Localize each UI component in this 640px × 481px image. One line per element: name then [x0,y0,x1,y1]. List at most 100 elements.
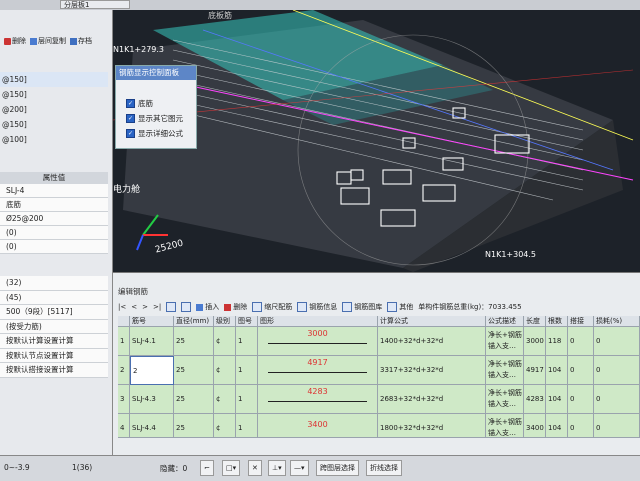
property-value[interactable]: (0) [0,226,108,240]
delete-row-button[interactable]: 删除 [224,302,247,312]
checkbox-checked-icon[interactable]: ✓ [126,114,135,123]
checkbox-checked-icon[interactable]: ✓ [126,99,135,108]
cell-length[interactable]: 4917 [524,356,546,385]
cell-length[interactable]: 3400 [524,414,546,438]
cell-loss[interactable]: 0 [594,414,640,438]
scale-rebar-button[interactable]: 缩尺配筋 [252,302,292,312]
cross-tool-button[interactable]: ✕ [248,460,262,476]
property-value[interactable]: (32) [0,276,108,291]
checkbox-checked-icon[interactable]: ✓ [126,129,135,138]
cell-description[interactable]: 净长+钢筋锚入支… [486,385,524,414]
panel-title: 钢筋显示控制面板 [116,66,196,80]
cell-grade[interactable]: ¢ [214,327,236,356]
property-value[interactable]: SLJ-4 [0,184,108,198]
cell-formula[interactable]: 2683+32*d+32*d [378,385,486,414]
option-show-formula[interactable]: ✓ 显示详细公式 [116,128,196,139]
cell-name[interactable]: SLJ-4.1 [130,327,174,356]
next-button[interactable]: > [142,303,148,311]
move-down-icon[interactable] [181,302,192,312]
cell-diameter[interactable]: 25 [174,327,214,356]
cell-lap[interactable]: 0 [568,356,594,385]
cell-formula[interactable]: 1400+32*d+32*d [378,327,486,356]
snap-mode-button[interactable]: □▾ [222,460,241,476]
cell-lap[interactable]: 0 [568,327,594,356]
cell-length[interactable]: 4283 [524,385,546,414]
select-mode-button[interactable]: ⌐ [200,460,214,476]
row-index: 4 [118,414,130,438]
last-button[interactable]: >| [153,303,161,311]
cell-shape[interactable]: 3000 [258,327,378,356]
cell-description[interactable]: 净长+钢筋锚入支… [486,414,524,438]
cell-shape[interactable]: 4283 [258,385,378,414]
save-button[interactable]: 存档 [70,36,92,46]
prev-button[interactable]: < [131,303,137,311]
spec-item[interactable]: @150] [0,72,108,87]
cell-name[interactable]: SLJ-4.3 [130,385,174,414]
cell-grade[interactable]: ¢ [214,414,236,438]
cell-shape[interactable]: 4917 [258,356,378,385]
spec-item[interactable]: @150] [0,117,108,132]
spec-item[interactable]: @100] [0,132,108,147]
cell-figure[interactable]: 1 [236,414,258,438]
property-list: SLJ-4 底筋 Ø25@200 (0) (0) [0,184,108,254]
cell-loss[interactable]: 0 [594,327,640,356]
rebar-library-button[interactable]: 钢筋图库 [342,302,382,312]
move-up-icon[interactable] [166,302,177,312]
ortho-tool-button[interactable]: ⊥▾ [268,460,286,476]
property-value[interactable]: (按受力筋) [0,319,108,334]
cell-loss[interactable]: 0 [594,385,640,414]
table-row[interactable]: 1 SLJ-4.1 25 ¢ 1 3000 1400+32*d+32*d 净长+… [118,327,640,356]
spec-item[interactable]: @200] [0,102,108,117]
cell-lap[interactable]: 0 [568,385,594,414]
option-show-other[interactable]: ✓ 显示其它图元 [116,113,196,124]
property-value[interactable]: 按默认计算设置计算 [0,334,108,349]
cell-count[interactable]: 104 [546,414,568,438]
property-value[interactable]: Ø25@200 [0,212,108,226]
rebar-info-button[interactable]: 钢筋信息 [297,302,337,312]
cell-figure[interactable]: 1 [236,356,258,385]
cell-lap[interactable]: 0 [568,414,594,438]
cell-loss[interactable]: 0 [594,356,640,385]
station-label-top: N1K1+279.3 [113,45,165,54]
cell-diameter[interactable]: 25 [174,414,214,438]
delete-button[interactable]: 删除 [4,36,26,46]
option-bottom-rebar[interactable]: ✓ 底筋 [116,98,196,109]
cell-figure[interactable]: 1 [236,327,258,356]
cell-figure[interactable]: 1 [236,385,258,414]
property-value[interactable]: 底筋 [0,198,108,212]
cell-grade[interactable]: ¢ [214,356,236,385]
other-menu[interactable]: 其他 [387,302,413,312]
polyline-select-button[interactable]: 折线选择 [366,460,402,476]
other-icon [387,302,398,312]
cell-length[interactable]: 3000 [524,327,546,356]
line-tool-button[interactable]: —▾ [290,460,309,476]
cell-count[interactable]: 104 [546,385,568,414]
layer-copy-button[interactable]: 层间复制 [30,36,66,46]
cross-layer-select-button[interactable]: 跨图层选择 [316,460,359,476]
table-row[interactable]: 3 SLJ-4.3 25 ¢ 1 4283 2683+32*d+32*d 净长+… [118,385,640,414]
property-value[interactable]: (0) [0,240,108,254]
cell-diameter[interactable]: 25 [174,385,214,414]
table-row[interactable]: 4 SLJ-4.4 25 ¢ 1 3400 1800+32*d+32*d 净长+… [118,414,640,438]
property-value[interactable]: 按默认节点设置计算 [0,348,108,363]
layer-label: 底板筋 [208,11,232,20]
cell-name-editing[interactable]: 2 [130,356,174,385]
cell-name[interactable]: SLJ-4.4 [130,414,174,438]
property-value[interactable]: 500（9段）[5117] [0,305,108,320]
cell-diameter[interactable]: 25 [174,356,214,385]
cell-count[interactable]: 104 [546,356,568,385]
cell-description[interactable]: 净长+钢筋锚入支… [486,327,524,356]
cell-shape[interactable]: 3400 [258,414,378,438]
first-button[interactable]: |< [118,303,126,311]
cell-formula[interactable]: 1800+32*d+32*d [378,414,486,438]
cell-description[interactable]: 净长+钢筋锚入支… [486,356,524,385]
layer-select[interactable]: 分层板1 [60,0,130,9]
cell-grade[interactable]: ¢ [214,385,236,414]
spec-item[interactable]: @150] [0,87,108,102]
cell-formula[interactable]: 3317+32*d+32*d [378,356,486,385]
property-value[interactable]: 按默认搭接设置计算 [0,363,108,378]
insert-button[interactable]: 插入 [196,302,219,312]
table-row[interactable]: 2 2 25 ¢ 1 4917 3317+32*d+32*d 净长+钢筋锚入支…… [118,356,640,385]
cell-count[interactable]: 118 [546,327,568,356]
property-value[interactable]: (45) [0,290,108,305]
